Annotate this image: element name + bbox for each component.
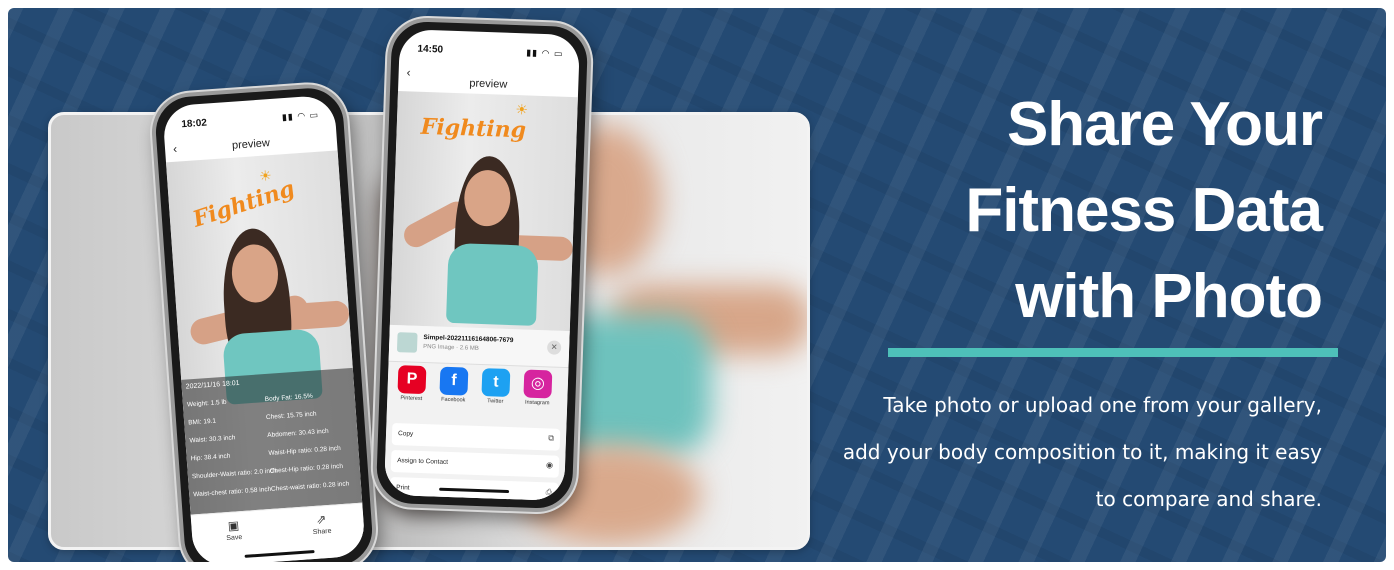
stat-item: Chest: 15.75 inch: [265, 410, 317, 422]
home-indicator: [244, 550, 315, 558]
stat-item: Weight: 1.5 lb: [186, 398, 227, 409]
stat-item: Waist-Hip ratio: 0.28 inch: [268, 444, 341, 457]
file-meta: PNG Image · 2.6 MB: [422, 343, 479, 352]
stat-item: Hip: 38.4 inch: [190, 452, 231, 463]
sun-icon: ☀: [515, 101, 529, 118]
share-app-label: Twitter: [487, 398, 504, 405]
share-app-label: Facebook: [441, 396, 466, 404]
stat-item: Waist-chest ratio: 0.58 inch: [193, 485, 272, 499]
share-action-copy[interactable]: Copy ⧉: [391, 422, 561, 451]
share-app-twitter[interactable]: t Twitter: [477, 368, 514, 405]
description: Take photo or upload one from your galle…: [842, 393, 1322, 511]
phone-left: 18:02 ▮▮ ◠ ▭ ‹ preview Fighting ☀ 2022/1…: [149, 81, 379, 562]
fighting-sticker: Fighting: [189, 175, 298, 233]
phone-left-screen: 18:02 ▮▮ ◠ ▭ ‹ preview Fighting ☀ 2022/1…: [162, 94, 366, 562]
instagram-icon: ◎: [523, 369, 553, 399]
stats-date: 2022/11/16 18:01: [185, 379, 240, 391]
banner: 18:02 ▮▮ ◠ ▭ ‹ preview Fighting ☀ 2022/1…: [8, 8, 1386, 562]
share-app-label: Instagram: [524, 399, 550, 407]
file-preview: Simpel-20221116164806-7679 PNG Image · 2…: [388, 324, 570, 369]
stat-item: BMI: 19.1: [187, 417, 217, 427]
facebook-icon: f: [439, 366, 469, 396]
stat-item: Chest-waist ratio: 0.28 inch: [270, 480, 350, 493]
stat-item: Chest-Hip ratio: 0.28 inch: [269, 462, 344, 475]
share-action-label: Print: [396, 484, 410, 492]
share-apps-row: P Pinterest f Facebook t Twitter ◎ Instagram: [387, 365, 569, 421]
share-app-instagram[interactable]: ◎ Instagram: [519, 369, 556, 406]
share-app-label: Pinterest: [400, 395, 423, 402]
copy-icon: ⧉: [548, 433, 555, 443]
share-label: Share: [312, 527, 332, 537]
status-icons: ▮▮ ◠ ▭: [281, 109, 320, 123]
headline-line-2: Fitness Data: [965, 176, 1323, 245]
accent-divider: [888, 348, 1338, 357]
fitness-photo: Fighting ☀: [389, 90, 578, 336]
share-app-pinterest[interactable]: P Pinterest: [393, 365, 430, 402]
headline-line-3: with Photo: [1015, 262, 1323, 331]
body-stats-overlay: 2022/11/16 18:01 Weight: 1.5 lb Body Fat:…: [181, 367, 363, 516]
file-name: Simpel-20221116164806-7679: [423, 334, 514, 345]
stat-item: Waist: 30.3 inch: [189, 434, 236, 445]
stat-item: Shoulder-Waist ratio: 2.0 inch: [191, 467, 278, 481]
headline-line-1: Share Your: [1006, 90, 1323, 159]
share-sheet: Simpel-20221116164806-7679 PNG Image · 2…: [383, 324, 570, 501]
status-time: 18:02: [181, 117, 208, 131]
close-icon[interactable]: ✕: [546, 340, 562, 355]
fighting-sticker: Fighting: [420, 113, 527, 144]
phone-right-screen: 14:50 ▮▮ ◠ ▭ ‹ preview Fighting ☀ Simpel…: [383, 29, 581, 501]
share-action-label: Copy: [397, 430, 414, 438]
share-action-assign-to-contact[interactable]: Assign to Contact ◉: [390, 449, 560, 478]
status-icons: ▮▮ ◠ ▭: [526, 47, 564, 59]
stat-item: Body Fat: 16.5%: [264, 392, 313, 404]
contact-icon: ◉: [545, 460, 554, 470]
share-button[interactable]: ⇗ Share: [301, 511, 343, 537]
twitter-icon: t: [481, 368, 511, 398]
share-action-label: Assign to Contact: [396, 457, 449, 466]
print-icon: ⎙: [545, 487, 553, 497]
save-label: Save: [226, 534, 243, 543]
share-app-facebook[interactable]: f Facebook: [435, 366, 472, 403]
stat-item: Abdomen: 30.43 inch: [267, 427, 329, 440]
save-icon: ▣: [227, 518, 240, 533]
headline: Share Your Fitness Data with Photo: [965, 82, 1323, 340]
pinterest-icon: P: [397, 365, 427, 395]
sun-icon: ☀: [258, 167, 273, 184]
page-title: preview: [469, 77, 508, 91]
save-button[interactable]: ▣ Save: [213, 517, 255, 543]
status-time: 14:50: [417, 43, 444, 56]
share-icon: ⇗: [315, 512, 327, 527]
file-thumbnail: [396, 332, 418, 353]
phone-right: 14:50 ▮▮ ◠ ▭ ‹ preview Fighting ☀ Simpel…: [371, 16, 593, 514]
